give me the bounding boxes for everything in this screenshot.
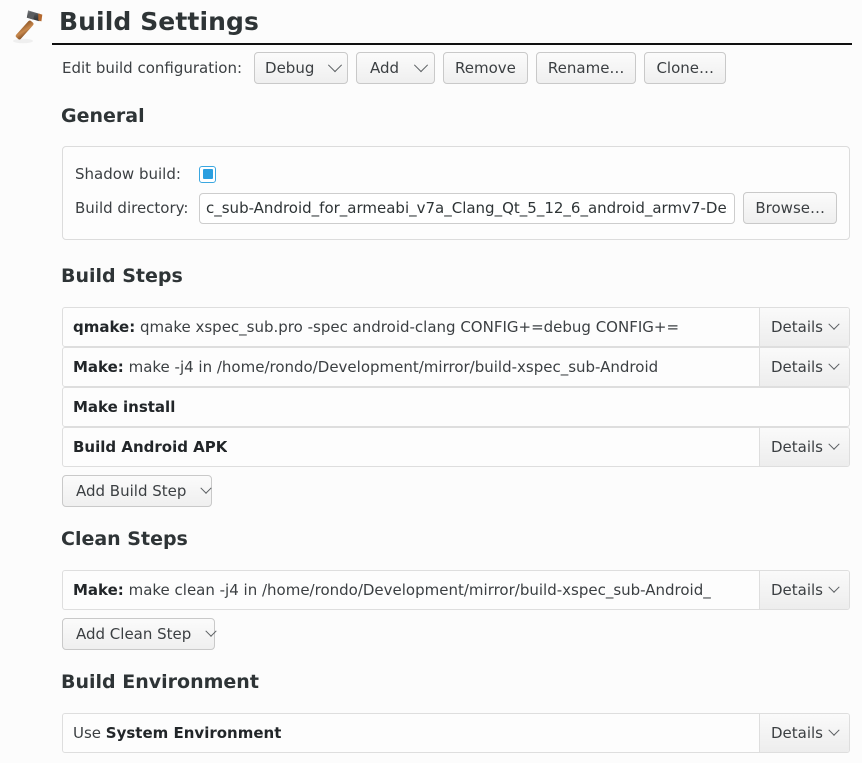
clean-step-command: make clean -j4 in /home/rondo/Developmen… xyxy=(128,581,711,599)
build-step-details-button[interactable]: Details xyxy=(758,308,849,346)
build-step-name: Make install xyxy=(73,398,176,416)
build-step-row[interactable]: Build Android APK Details xyxy=(62,427,850,467)
build-step-details-button[interactable]: Details xyxy=(758,428,849,466)
clean-step-row[interactable]: Make: make clean -j4 in /home/rondo/Deve… xyxy=(62,570,850,610)
build-environment-prefix: Use xyxy=(73,724,106,742)
build-configuration-select[interactable]: Debug xyxy=(254,52,349,84)
general-section-title: General xyxy=(61,105,145,127)
chevron-down-icon xyxy=(328,58,343,73)
details-label: Details xyxy=(770,318,823,336)
title-divider xyxy=(52,43,852,45)
add-clean-step-label: Add Clean Step xyxy=(76,625,192,643)
chevron-down-icon xyxy=(828,581,840,593)
chevron-down-icon xyxy=(828,358,840,370)
general-groupbox: Shadow build: Build directory: Browse… xyxy=(62,146,850,240)
build-step-details-button[interactable]: Details xyxy=(758,348,849,386)
build-step-command: qmake xspec_sub.pro -spec android-clang … xyxy=(140,318,680,336)
chevron-down-icon xyxy=(828,724,840,736)
shadow-build-row: Shadow build: xyxy=(75,157,837,191)
edit-build-configuration-label: Edit build configuration: xyxy=(62,59,243,77)
build-step-description: Build Android APK xyxy=(63,438,227,456)
add-build-step-button[interactable]: Add Build Step xyxy=(62,475,213,507)
build-environment-description: Use System Environment xyxy=(63,724,281,742)
build-directory-row: Build directory: Browse… xyxy=(75,191,837,225)
browse-button[interactable]: Browse… xyxy=(743,192,837,224)
add-configuration-button[interactable]: Add xyxy=(356,52,436,84)
details-label: Details xyxy=(770,438,823,456)
clean-step-description: Make: make clean -j4 in /home/rondo/Deve… xyxy=(63,581,711,599)
build-environment-section-title: Build Environment xyxy=(61,671,259,693)
clean-steps-section-title: Clean Steps xyxy=(61,528,188,550)
remove-configuration-button[interactable]: Remove xyxy=(443,52,528,84)
edit-build-configuration-row: Edit build configuration: Debug Add Remo… xyxy=(62,52,726,84)
hammer-icon xyxy=(6,2,50,46)
details-label: Details xyxy=(770,358,823,376)
build-step-row[interactable]: Make: make -j4 in /home/rondo/Developmen… xyxy=(62,347,850,387)
build-steps-section-title: Build Steps xyxy=(61,265,183,287)
add-configuration-label: Add xyxy=(370,59,400,77)
chevron-down-icon xyxy=(828,438,840,450)
shadow-build-checkbox[interactable] xyxy=(199,165,216,183)
chevron-down-icon xyxy=(413,58,429,73)
clone-configuration-button[interactable]: Clone… xyxy=(644,52,726,84)
checkbox-check-icon xyxy=(202,169,213,179)
build-step-command: make -j4 in /home/rondo/Development/mirr… xyxy=(128,358,659,376)
build-directory-input[interactable] xyxy=(199,192,736,224)
details-label: Details xyxy=(770,724,823,742)
build-step-description: Make install xyxy=(63,398,175,416)
clean-step-details-button[interactable]: Details xyxy=(758,571,849,609)
page-title: Build Settings xyxy=(59,7,259,36)
details-label: Details xyxy=(770,581,823,599)
build-configuration-value: Debug xyxy=(265,59,315,77)
build-step-description: Make: make -j4 in /home/rondo/Developmen… xyxy=(63,358,658,376)
add-clean-step-button[interactable]: Add Clean Step xyxy=(62,618,217,650)
add-build-step-label: Add Build Step xyxy=(76,482,187,500)
chevron-down-icon xyxy=(828,318,840,330)
build-step-name: qmake: xyxy=(73,318,136,336)
build-step-description: qmake: qmake xspec_sub.pro -spec android… xyxy=(63,318,679,336)
clean-step-name: Make: xyxy=(73,581,124,599)
shadow-build-label: Shadow build: xyxy=(75,165,181,183)
build-step-name: Make: xyxy=(73,358,124,376)
build-step-name: Build Android APK xyxy=(73,438,228,456)
build-step-row[interactable]: qmake: qmake xspec_sub.pro -spec android… xyxy=(62,307,850,347)
rename-configuration-button[interactable]: Rename… xyxy=(535,52,637,84)
build-environment-details-button[interactable]: Details xyxy=(758,714,849,752)
build-environment-value: System Environment xyxy=(105,724,282,742)
page-header: Build Settings xyxy=(0,0,862,46)
build-step-row[interactable]: Make install xyxy=(62,387,850,427)
chevron-down-icon xyxy=(200,482,213,494)
build-directory-label: Build directory: xyxy=(75,199,189,217)
chevron-down-icon xyxy=(205,625,217,637)
build-environment-row[interactable]: Use System Environment Details xyxy=(62,713,850,753)
